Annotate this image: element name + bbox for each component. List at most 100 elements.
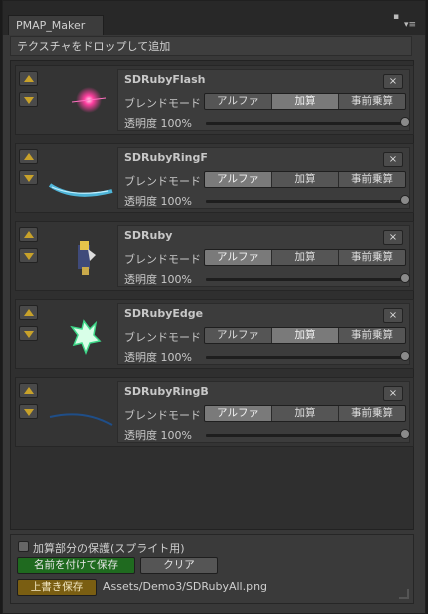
close-icon: × xyxy=(388,310,398,321)
arrow-up-icon xyxy=(24,153,34,160)
close-icon: × xyxy=(388,154,398,165)
arrow-up-icon xyxy=(24,231,34,238)
texture-thumbnail xyxy=(44,381,116,443)
overwrite-save-label: 上書き保存 xyxy=(30,581,84,593)
blend-option-1[interactable]: 加算 xyxy=(272,328,339,343)
move-down-button[interactable] xyxy=(19,326,38,341)
blend-option-0[interactable]: アルファ xyxy=(205,328,272,343)
remove-layer-button[interactable]: × xyxy=(383,230,403,245)
texture-drop-area[interactable]: テクスチャをドロップして追加 xyxy=(10,36,412,56)
blend-option-1[interactable]: 加算 xyxy=(272,406,339,421)
blend-option-2[interactable]: 事前乗算 xyxy=(339,328,405,343)
move-up-button[interactable] xyxy=(19,305,38,320)
texture-thumbnail xyxy=(44,303,116,365)
blend-mode-selector[interactable]: アルファ 加算 事前乗算 xyxy=(204,249,406,266)
layer-name: SDRubyRingF xyxy=(124,151,208,164)
blend-mode-label: ブレンドモード xyxy=(124,253,201,266)
blend-option-2[interactable]: 事前乗算 xyxy=(339,94,405,109)
remove-layer-button[interactable]: × xyxy=(383,386,403,401)
blend-mode-label: ブレンドモード xyxy=(124,409,201,422)
arrow-up-icon xyxy=(24,309,34,316)
arrow-down-icon xyxy=(24,409,34,416)
arrow-down-icon xyxy=(24,97,34,104)
blend-option-0[interactable]: アルファ xyxy=(205,250,272,265)
opacity-label: 透明度 100% xyxy=(124,273,192,286)
texture-thumbnail xyxy=(44,225,116,287)
remove-layer-button[interactable]: × xyxy=(383,74,403,89)
window-title: PMAP_Maker xyxy=(16,19,86,32)
layer-item: SDRuby × ブレンドモード アルファ 加算 事前乗算 透明度 100% xyxy=(15,221,414,291)
blend-mode-selector[interactable]: アルファ 加算 事前乗算 xyxy=(204,327,406,344)
window-tab[interactable]: PMAP_Maker xyxy=(8,15,104,35)
blend-option-0[interactable]: アルファ xyxy=(205,172,272,187)
blend-option-0[interactable]: アルファ xyxy=(205,94,272,109)
overwrite-save-button[interactable]: 上書き保存 xyxy=(17,579,97,596)
opacity-slider-track[interactable] xyxy=(206,278,406,281)
arrow-down-icon xyxy=(24,175,34,182)
blend-mode-selector[interactable]: アルファ 加算 事前乗算 xyxy=(204,171,406,188)
opacity-slider-track[interactable] xyxy=(206,356,406,359)
opacity-slider-handle[interactable] xyxy=(400,273,410,283)
blend-mode-selector[interactable]: アルファ 加算 事前乗算 xyxy=(204,93,406,110)
opacity-slider-track[interactable] xyxy=(206,434,406,437)
blend-option-0[interactable]: アルファ xyxy=(205,406,272,421)
clear-button[interactable]: クリア xyxy=(140,557,218,574)
remove-layer-button[interactable]: × xyxy=(383,308,403,323)
blend-option-1[interactable]: 加算 xyxy=(272,250,339,265)
blend-option-2[interactable]: 事前乗算 xyxy=(339,172,405,187)
layer-settings-panel: SDRubyRingB × ブレンドモード アルファ 加算 事前乗算 透明度 100% xyxy=(117,381,410,443)
close-icon: × xyxy=(388,388,398,399)
opacity-slider-handle[interactable] xyxy=(400,195,410,205)
layer-item: SDRubyFlash × ブレンドモード アルファ 加算 事前乗算 透明度 100% xyxy=(15,65,414,135)
blend-option-2[interactable]: 事前乗算 xyxy=(339,250,405,265)
footer-panel: 加算部分の保護(スプライト用) 名前を付けて保存 クリア 上書き保存 Asset… xyxy=(10,534,414,604)
layer-settings-panel: SDRubyRingF × ブレンドモード アルファ 加算 事前乗算 透明度 100% xyxy=(117,147,410,209)
clear-label: クリア xyxy=(163,559,195,571)
opacity-slider-handle[interactable] xyxy=(400,351,410,361)
move-up-button[interactable] xyxy=(19,383,38,398)
close-icon: × xyxy=(388,232,398,243)
layer-settings-panel: SDRubyFlash × ブレンドモード アルファ 加算 事前乗算 透明度 100% xyxy=(117,69,410,131)
opacity-slider-handle[interactable] xyxy=(400,117,410,127)
move-up-button[interactable] xyxy=(19,149,38,164)
layer-name: SDRubyFlash xyxy=(124,73,206,86)
blend-mode-label: ブレンドモード xyxy=(124,331,201,344)
opacity-label: 透明度 100% xyxy=(124,429,192,442)
blend-option-1[interactable]: 加算 xyxy=(272,172,339,187)
move-down-button[interactable] xyxy=(19,404,38,419)
opacity-label: 透明度 100% xyxy=(124,195,192,208)
move-down-button[interactable] xyxy=(19,92,38,107)
layer-name: SDRubyEdge xyxy=(124,307,204,320)
lock-icon[interactable]: ▪ xyxy=(393,13,399,22)
layer-name: SDRuby xyxy=(124,229,173,242)
save-as-button[interactable]: 名前を付けて保存 xyxy=(17,557,135,574)
protect-additive-checkbox[interactable] xyxy=(18,541,29,552)
move-up-button[interactable] xyxy=(19,71,38,86)
move-up-button[interactable] xyxy=(19,227,38,242)
layer-settings-panel: SDRuby × ブレンドモード アルファ 加算 事前乗算 透明度 100% xyxy=(117,225,410,287)
arrow-up-icon xyxy=(24,75,34,82)
texture-thumbnail xyxy=(44,69,116,131)
layer-item: SDRubyRingB × ブレンドモード アルファ 加算 事前乗算 透明度 100% xyxy=(15,377,414,447)
blend-mode-selector[interactable]: アルファ 加算 事前乗算 xyxy=(204,405,406,422)
opacity-slider-track[interactable] xyxy=(206,200,406,203)
save-path: Assets/Demo3/SDRubyAll.png xyxy=(103,580,268,593)
arrow-up-icon xyxy=(24,387,34,394)
layer-name: SDRubyRingB xyxy=(124,385,209,398)
opacity-slider-track[interactable] xyxy=(206,122,406,125)
close-icon: × xyxy=(388,76,398,87)
blend-mode-label: ブレンドモード xyxy=(124,175,201,188)
remove-layer-button[interactable]: × xyxy=(383,152,403,167)
opacity-label: 透明度 100% xyxy=(124,351,192,364)
blend-option-2[interactable]: 事前乗算 xyxy=(339,406,405,421)
move-down-button[interactable] xyxy=(19,248,38,263)
menu-icon[interactable]: ▾≡ xyxy=(404,21,416,30)
opacity-slider-handle[interactable] xyxy=(400,429,410,439)
protect-additive-label: 加算部分の保護(スプライト用) xyxy=(33,542,185,555)
layer-settings-panel: SDRubyEdge × ブレンドモード アルファ 加算 事前乗算 透明度 100% xyxy=(117,303,410,365)
arrow-down-icon xyxy=(24,331,34,338)
move-down-button[interactable] xyxy=(19,170,38,185)
resize-grip-icon[interactable] xyxy=(399,589,409,599)
blend-mode-label: ブレンドモード xyxy=(124,97,201,110)
blend-option-1[interactable]: 加算 xyxy=(272,94,339,109)
